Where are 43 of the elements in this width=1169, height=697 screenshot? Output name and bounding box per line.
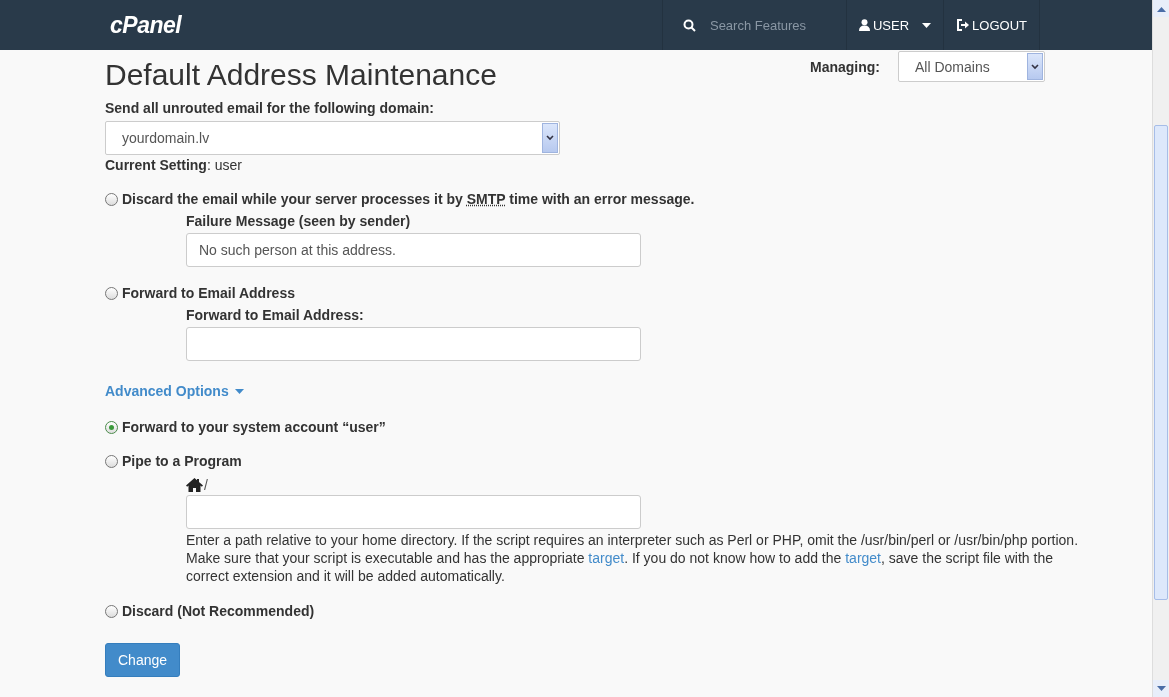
help-text: Enter a path relative to your home directory. If the script requires an interpreter such as Perl or PHP, omit the /usr/bin/perl or /usr/bin/php portion. Make sure that your script is executable and has the appropriate target. If you do not know how to add the target, save the script file with the correct extension and it will be added automatically. (186, 531, 1080, 585)
down-arrow-icon (1156, 685, 1166, 692)
radio-button[interactable] (105, 286, 118, 300)
input-field[interactable] (186, 327, 641, 361)
option-label: Pipe to a Program (122, 453, 242, 469)
search-icon (682, 18, 696, 32)
option-label: Forward to Email Address (122, 285, 295, 301)
option-label: Discard the email while your server processes it by SMTP time with an error message. (122, 191, 695, 207)
path-prefix: / (204, 477, 208, 493)
managing-label: Managing: (810, 58, 880, 75)
input-field[interactable]: No such person at this address. (186, 233, 641, 267)
field-label: Failure Message (seen by sender) (186, 213, 412, 229)
scrollbar-thumb[interactable] (1154, 125, 1168, 600)
user-menu-button[interactable]: USER (845, 0, 944, 50)
caret-icon (234, 388, 244, 394)
radio-button[interactable] (105, 420, 118, 434)
field-label: Forward to Email Address: (186, 307, 365, 323)
option-label: Forward to your system account “user” (122, 419, 386, 435)
target-link[interactable]: target (845, 550, 881, 566)
caret-icon (922, 22, 932, 28)
chevron-icon (1027, 53, 1043, 80)
chevron-icon (542, 123, 558, 153)
radio-button[interactable] (105, 454, 118, 468)
home-icon (186, 478, 203, 492)
domain-dropdown[interactable]: All Domains (898, 51, 1045, 82)
scroll-down-button[interactable] (1153, 680, 1169, 697)
change-button[interactable]: Change (105, 643, 181, 677)
page-title: Default Address Maintenance (105, 58, 497, 92)
logout-button[interactable]: LOGOUT (943, 0, 1040, 50)
scroll-up-button[interactable] (1153, 0, 1169, 17)
up-arrow-icon (1156, 5, 1166, 12)
person-icon (858, 19, 870, 31)
domain-dropdown[interactable]: yourdomain.lv (105, 121, 560, 155)
radio-button[interactable] (105, 192, 118, 206)
sign-out-icon (956, 19, 970, 31)
option-label: Discard (Not Recommended) (122, 603, 315, 619)
input-field[interactable] (186, 495, 641, 529)
radio-button[interactable] (105, 604, 118, 618)
domain-label: Send all unrouted email for the following domain: (105, 100, 435, 116)
search-field[interactable]: Search Features (707, 16, 822, 34)
logo[interactable]: cPanel (110, 11, 182, 39)
current-setting-text: Current Setting: user (105, 157, 243, 173)
scrollbar[interactable] (1152, 0, 1169, 697)
